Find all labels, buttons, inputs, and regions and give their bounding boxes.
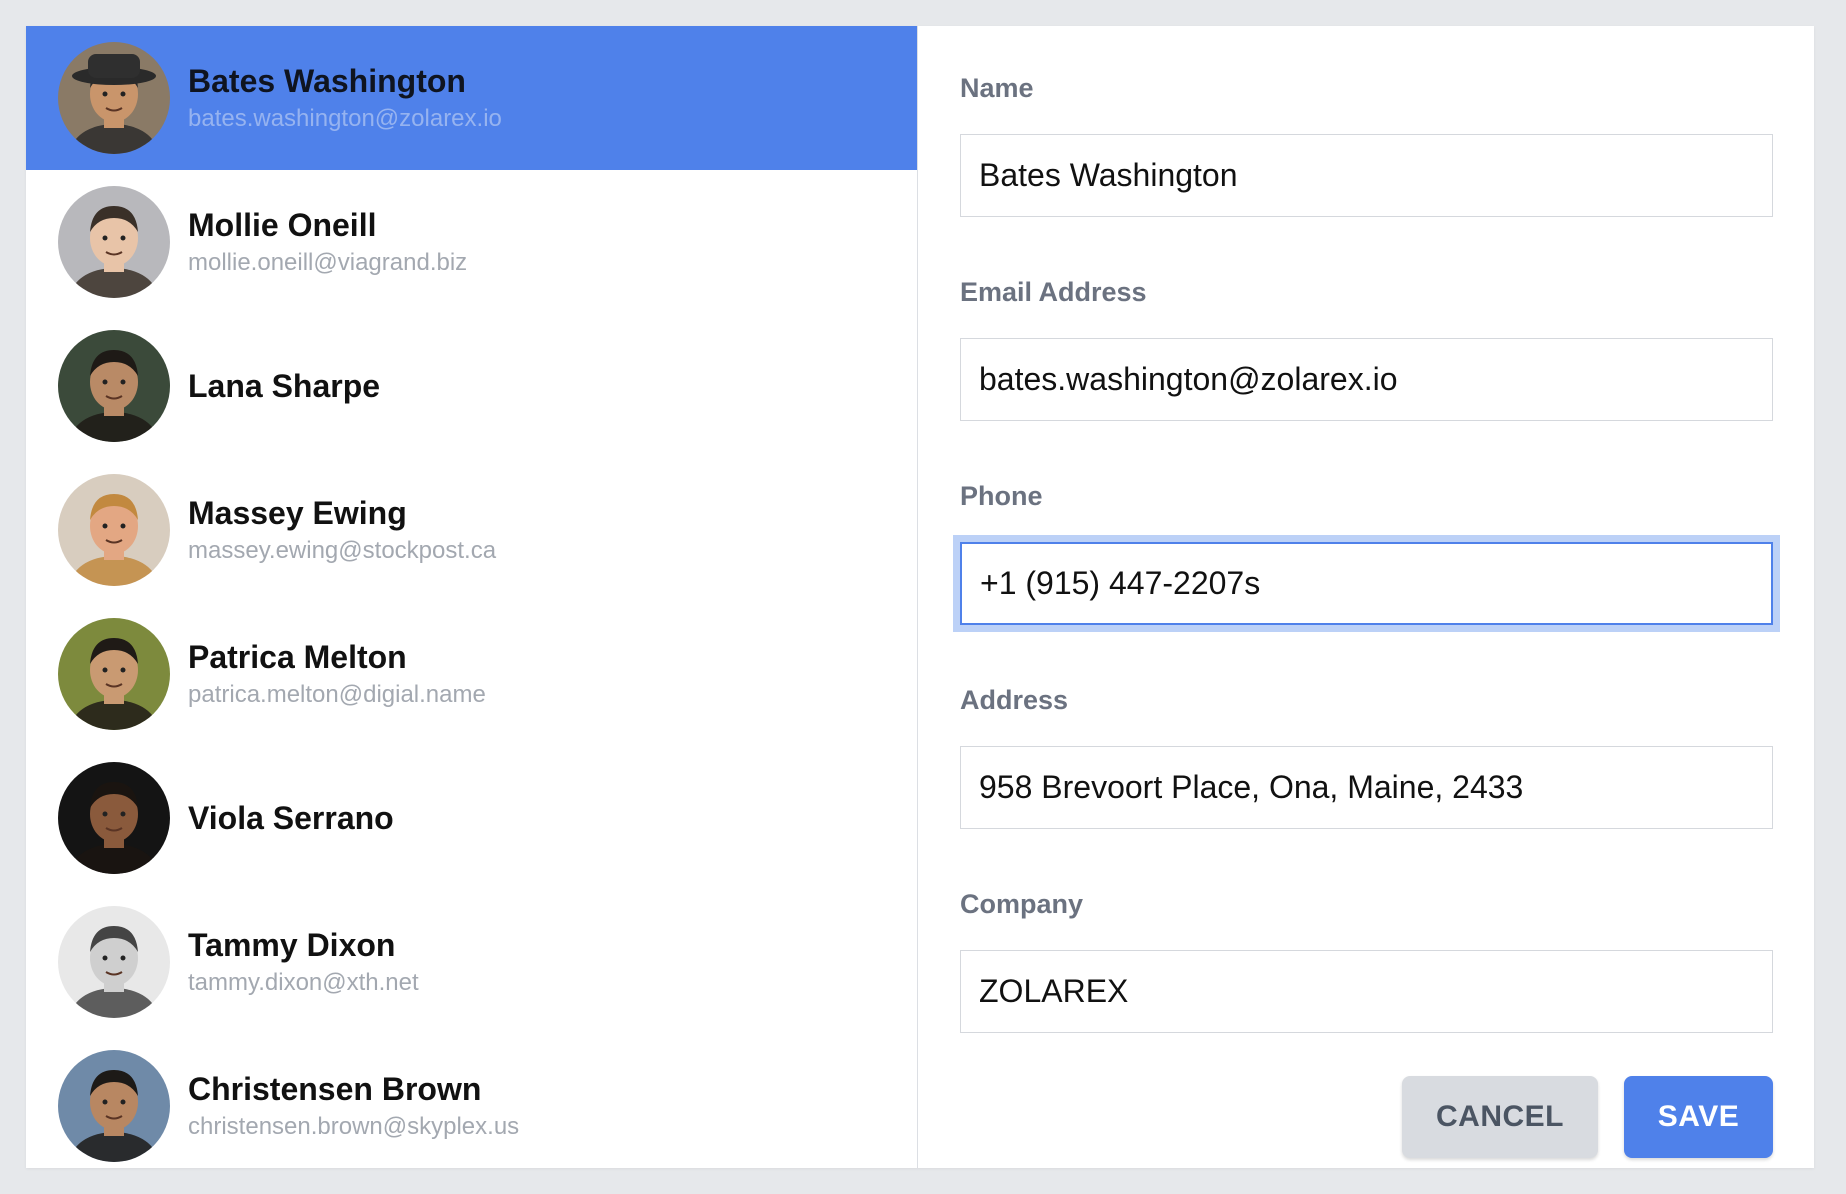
avatar [58,1050,170,1162]
address-label: Address [960,685,1069,715]
address-input[interactable]: 958 Brevoort Place, Ona, Maine, 2433 [960,746,1773,829]
avatar [58,762,170,874]
avatar [58,906,170,1018]
contact-email: tammy.dixon@xth.net [188,969,419,996]
contact-info: Bates Washington bates.washington@zolarex… [188,62,502,134]
contact-info: Lana Sharpe [188,367,380,405]
company-label: Company [960,889,1084,919]
email-input[interactable]: bates.washington@zolarex.io [960,338,1773,421]
cancel-button[interactable]: CANCEL [1402,1076,1598,1158]
contact-email: bates.washington@zolarex.io [188,105,502,132]
contact-info: Tammy Dixon tammy.dixon@xth.net [188,926,419,998]
phone-label: Phone [960,481,1043,511]
name-input[interactable]: Bates Washington [960,134,1773,217]
contact-list: Bates Washington bates.washington@zolarex… [26,26,918,1168]
form-actions: CANCEL SAVE [960,1076,1773,1158]
contact-info: Massey Ewing massey.ewing@stockpost.ca [188,494,496,566]
contact-list-item[interactable]: Christensen Brown christensen.brown@skypl… [26,1034,917,1168]
contact-info: Patrica Melton patrica.melton@digial.name [188,638,486,710]
contact-name: Patrica Melton [188,639,407,675]
contact-info: Christensen Brown christensen.brown@skypl… [188,1070,519,1142]
contact-email: massey.ewing@stockpost.ca [188,537,497,564]
contact-name: Viola Serrano [188,800,394,836]
avatar [58,618,170,730]
contact-list-item[interactable]: Bates Washington bates.washington@zolarex… [26,26,917,170]
contact-email: patrica.melton@digial.name [188,681,486,708]
avatar [58,42,170,154]
contact-list-item[interactable]: Viola Serrano [26,746,917,890]
contact-email: mollie.oneill@viagrand.biz [188,249,468,276]
contact-edit-form: Name Bates Washington Email Address bate… [918,26,1814,1168]
contact-name: Massey Ewing [188,495,407,531]
contact-name: Lana Sharpe [188,368,381,404]
contact-info: Mollie Oneill mollie.oneill@viagrand.biz [188,206,467,278]
contact-list-item[interactable]: Tammy Dixon tammy.dixon@xth.net [26,890,917,1034]
phone-input[interactable]: +1 (915) 447-2207s [960,542,1773,625]
company-input[interactable]: ZOLAREX [960,950,1773,1033]
contact-info: Viola Serrano [188,799,394,837]
contact-list-item[interactable]: Massey Ewing massey.ewing@stockpost.ca [26,458,917,602]
avatar [58,186,170,298]
contacts-app: Bates Washington bates.washington@zolarex… [26,26,1814,1168]
contact-email: christensen.brown@skyplex.us [188,1113,520,1140]
save-button[interactable]: SAVE [1624,1076,1773,1158]
name-label: Name [960,73,1034,103]
contact-name: Mollie Oneill [188,207,377,243]
contact-name: Bates Washington [188,63,466,99]
contact-name: Tammy Dixon [188,927,396,963]
email-label: Email Address [960,277,1147,307]
contact-list-item[interactable]: Mollie Oneill mollie.oneill@viagrand.biz [26,170,917,314]
avatar [58,474,170,586]
avatar [58,330,170,442]
contact-list-item[interactable]: Lana Sharpe [26,314,917,458]
contact-list-item[interactable]: Patrica Melton patrica.melton@digial.name [26,602,917,746]
contact-name: Christensen Brown [188,1071,482,1107]
